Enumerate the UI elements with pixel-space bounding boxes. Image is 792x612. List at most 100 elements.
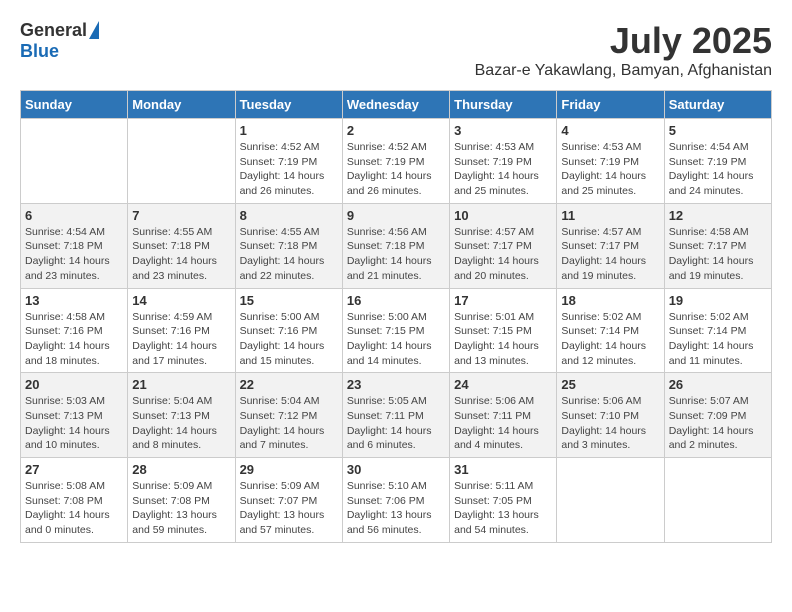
day-info: Sunrise: 5:00 AM Sunset: 7:15 PM Dayligh… — [347, 310, 445, 369]
calendar-cell: 14 Sunrise: 4:59 AM Sunset: 7:16 PM Dayli… — [128, 288, 235, 373]
page-header: General Blue July 2025 Bazar-e Yakawlang… — [20, 20, 772, 80]
weekday-header-monday: Monday — [128, 91, 235, 119]
calendar-cell — [664, 458, 771, 543]
day-info: Sunrise: 4:58 AM Sunset: 7:16 PM Dayligh… — [25, 310, 123, 369]
day-number: 28 — [132, 462, 230, 477]
logo-triangle-icon — [89, 21, 99, 39]
day-info: Sunrise: 4:58 AM Sunset: 7:17 PM Dayligh… — [669, 225, 767, 284]
day-number: 17 — [454, 293, 552, 308]
day-info: Sunrise: 4:57 AM Sunset: 7:17 PM Dayligh… — [561, 225, 659, 284]
day-number: 24 — [454, 377, 552, 392]
day-info: Sunrise: 4:52 AM Sunset: 7:19 PM Dayligh… — [240, 140, 338, 199]
calendar-cell: 5Sunrise: 4:54 AM Sunset: 7:19 PM Daylig… — [664, 119, 771, 204]
day-info: Sunrise: 5:07 AM Sunset: 7:09 PM Dayligh… — [669, 394, 767, 453]
day-number: 18 — [561, 293, 659, 308]
day-info: Sunrise: 5:10 AM Sunset: 7:06 PM Dayligh… — [347, 479, 445, 538]
day-info: Sunrise: 4:55 AM Sunset: 7:18 PM Dayligh… — [132, 225, 230, 284]
day-info: Sunrise: 5:03 AM Sunset: 7:13 PM Dayligh… — [25, 394, 123, 453]
day-number: 16 — [347, 293, 445, 308]
day-number: 4 — [561, 123, 659, 138]
day-info: Sunrise: 5:00 AM Sunset: 7:16 PM Dayligh… — [240, 310, 338, 369]
day-info: Sunrise: 5:09 AM Sunset: 7:07 PM Dayligh… — [240, 479, 338, 538]
day-info: Sunrise: 4:54 AM Sunset: 7:18 PM Dayligh… — [25, 225, 123, 284]
calendar-cell: 8 Sunrise: 4:55 AM Sunset: 7:18 PM Daylig… — [235, 203, 342, 288]
weekday-header-row: SundayMondayTuesdayWednesdayThursdayFrid… — [21, 91, 772, 119]
day-info: Sunrise: 5:04 AM Sunset: 7:12 PM Dayligh… — [240, 394, 338, 453]
day-number: 25 — [561, 377, 659, 392]
day-number: 15 — [240, 293, 338, 308]
day-number: 9 — [347, 208, 445, 223]
day-number: 11 — [561, 208, 659, 223]
calendar-cell: 9 Sunrise: 4:56 AM Sunset: 7:18 PM Daylig… — [342, 203, 449, 288]
calendar-cell: 6 Sunrise: 4:54 AM Sunset: 7:18 PM Daylig… — [21, 203, 128, 288]
calendar-cell — [21, 119, 128, 204]
day-info: Sunrise: 5:02 AM Sunset: 7:14 PM Dayligh… — [669, 310, 767, 369]
day-info: Sunrise: 4:57 AM Sunset: 7:17 PM Dayligh… — [454, 225, 552, 284]
calendar-cell: 30Sunrise: 5:10 AM Sunset: 7:06 PM Dayli… — [342, 458, 449, 543]
day-number: 14 — [132, 293, 230, 308]
calendar-cell: 18 Sunrise: 5:02 AM Sunset: 7:14 PM Dayli… — [557, 288, 664, 373]
day-number: 2 — [347, 123, 445, 138]
calendar-week-row: 13Sunrise: 4:58 AM Sunset: 7:16 PM Dayli… — [21, 288, 772, 373]
weekday-header-thursday: Thursday — [450, 91, 557, 119]
day-number: 8 — [240, 208, 338, 223]
day-number: 20 — [25, 377, 123, 392]
calendar-cell: 3Sunrise: 4:53 AM Sunset: 7:19 PM Daylig… — [450, 119, 557, 204]
day-info: Sunrise: 5:01 AM Sunset: 7:15 PM Dayligh… — [454, 310, 552, 369]
day-number: 31 — [454, 462, 552, 477]
day-info: Sunrise: 4:59 AM Sunset: 7:16 PM Dayligh… — [132, 310, 230, 369]
day-info: Sunrise: 4:52 AM Sunset: 7:19 PM Dayligh… — [347, 140, 445, 199]
day-number: 19 — [669, 293, 767, 308]
day-number: 1 — [240, 123, 338, 138]
calendar-week-row: 6 Sunrise: 4:54 AM Sunset: 7:18 PM Daylig… — [21, 203, 772, 288]
calendar-cell: 19 Sunrise: 5:02 AM Sunset: 7:14 PM Dayli… — [664, 288, 771, 373]
day-number: 23 — [347, 377, 445, 392]
day-info: Sunrise: 5:06 AM Sunset: 7:10 PM Dayligh… — [561, 394, 659, 453]
calendar-cell: 1 Sunrise: 4:52 AM Sunset: 7:19 PM Daylig… — [235, 119, 342, 204]
calendar-cell: 23Sunrise: 5:05 AM Sunset: 7:11 PM Dayli… — [342, 373, 449, 458]
calendar-cell: 7Sunrise: 4:55 AM Sunset: 7:18 PM Daylig… — [128, 203, 235, 288]
day-info: Sunrise: 5:09 AM Sunset: 7:08 PM Dayligh… — [132, 479, 230, 538]
calendar-cell: 26 Sunrise: 5:07 AM Sunset: 7:09 PM Dayli… — [664, 373, 771, 458]
logo: General Blue — [20, 20, 99, 62]
calendar-cell — [557, 458, 664, 543]
day-number: 22 — [240, 377, 338, 392]
logo-blue-text: Blue — [20, 41, 59, 62]
weekday-header-friday: Friday — [557, 91, 664, 119]
calendar-table: SundayMondayTuesdayWednesdayThursdayFrid… — [20, 90, 772, 543]
day-number: 3 — [454, 123, 552, 138]
calendar-cell: 25 Sunrise: 5:06 AM Sunset: 7:10 PM Dayli… — [557, 373, 664, 458]
calendar-cell — [128, 119, 235, 204]
weekday-header-saturday: Saturday — [664, 91, 771, 119]
calendar-cell: 27 Sunrise: 5:08 AM Sunset: 7:08 PM Dayli… — [21, 458, 128, 543]
calendar-cell: 4 Sunrise: 4:53 AM Sunset: 7:19 PM Daylig… — [557, 119, 664, 204]
location-title: Bazar-e Yakawlang, Bamyan, Afghanistan — [475, 62, 772, 80]
day-number: 10 — [454, 208, 552, 223]
day-number: 5 — [669, 123, 767, 138]
calendar-cell: 31 Sunrise: 5:11 AM Sunset: 7:05 PM Dayli… — [450, 458, 557, 543]
calendar-cell: 17 Sunrise: 5:01 AM Sunset: 7:15 PM Dayli… — [450, 288, 557, 373]
weekday-header-tuesday: Tuesday — [235, 91, 342, 119]
weekday-header-sunday: Sunday — [21, 91, 128, 119]
day-info: Sunrise: 5:06 AM Sunset: 7:11 PM Dayligh… — [454, 394, 552, 453]
calendar-week-row: 27 Sunrise: 5:08 AM Sunset: 7:08 PM Dayli… — [21, 458, 772, 543]
day-number: 29 — [240, 462, 338, 477]
calendar-cell: 16 Sunrise: 5:00 AM Sunset: 7:15 PM Dayli… — [342, 288, 449, 373]
title-area: July 2025 Bazar-e Yakawlang, Bamyan, Afg… — [475, 20, 772, 80]
calendar-cell: 10 Sunrise: 4:57 AM Sunset: 7:17 PM Dayli… — [450, 203, 557, 288]
day-number: 6 — [25, 208, 123, 223]
day-info: Sunrise: 4:56 AM Sunset: 7:18 PM Dayligh… — [347, 225, 445, 284]
calendar-cell: 29 Sunrise: 5:09 AM Sunset: 7:07 PM Dayli… — [235, 458, 342, 543]
day-info: Sunrise: 5:04 AM Sunset: 7:13 PM Dayligh… — [132, 394, 230, 453]
day-info: Sunrise: 4:53 AM Sunset: 7:19 PM Dayligh… — [561, 140, 659, 199]
day-number: 27 — [25, 462, 123, 477]
calendar-cell: 22 Sunrise: 5:04 AM Sunset: 7:12 PM Dayli… — [235, 373, 342, 458]
calendar-cell: 11 Sunrise: 4:57 AM Sunset: 7:17 PM Dayli… — [557, 203, 664, 288]
day-info: Sunrise: 4:55 AM Sunset: 7:18 PM Dayligh… — [240, 225, 338, 284]
day-info: Sunrise: 5:08 AM Sunset: 7:08 PM Dayligh… — [25, 479, 123, 538]
day-info: Sunrise: 5:02 AM Sunset: 7:14 PM Dayligh… — [561, 310, 659, 369]
day-info: Sunrise: 5:11 AM Sunset: 7:05 PM Dayligh… — [454, 479, 552, 538]
logo-general-text: General — [20, 20, 87, 41]
day-number: 26 — [669, 377, 767, 392]
month-title: July 2025 — [475, 20, 772, 62]
